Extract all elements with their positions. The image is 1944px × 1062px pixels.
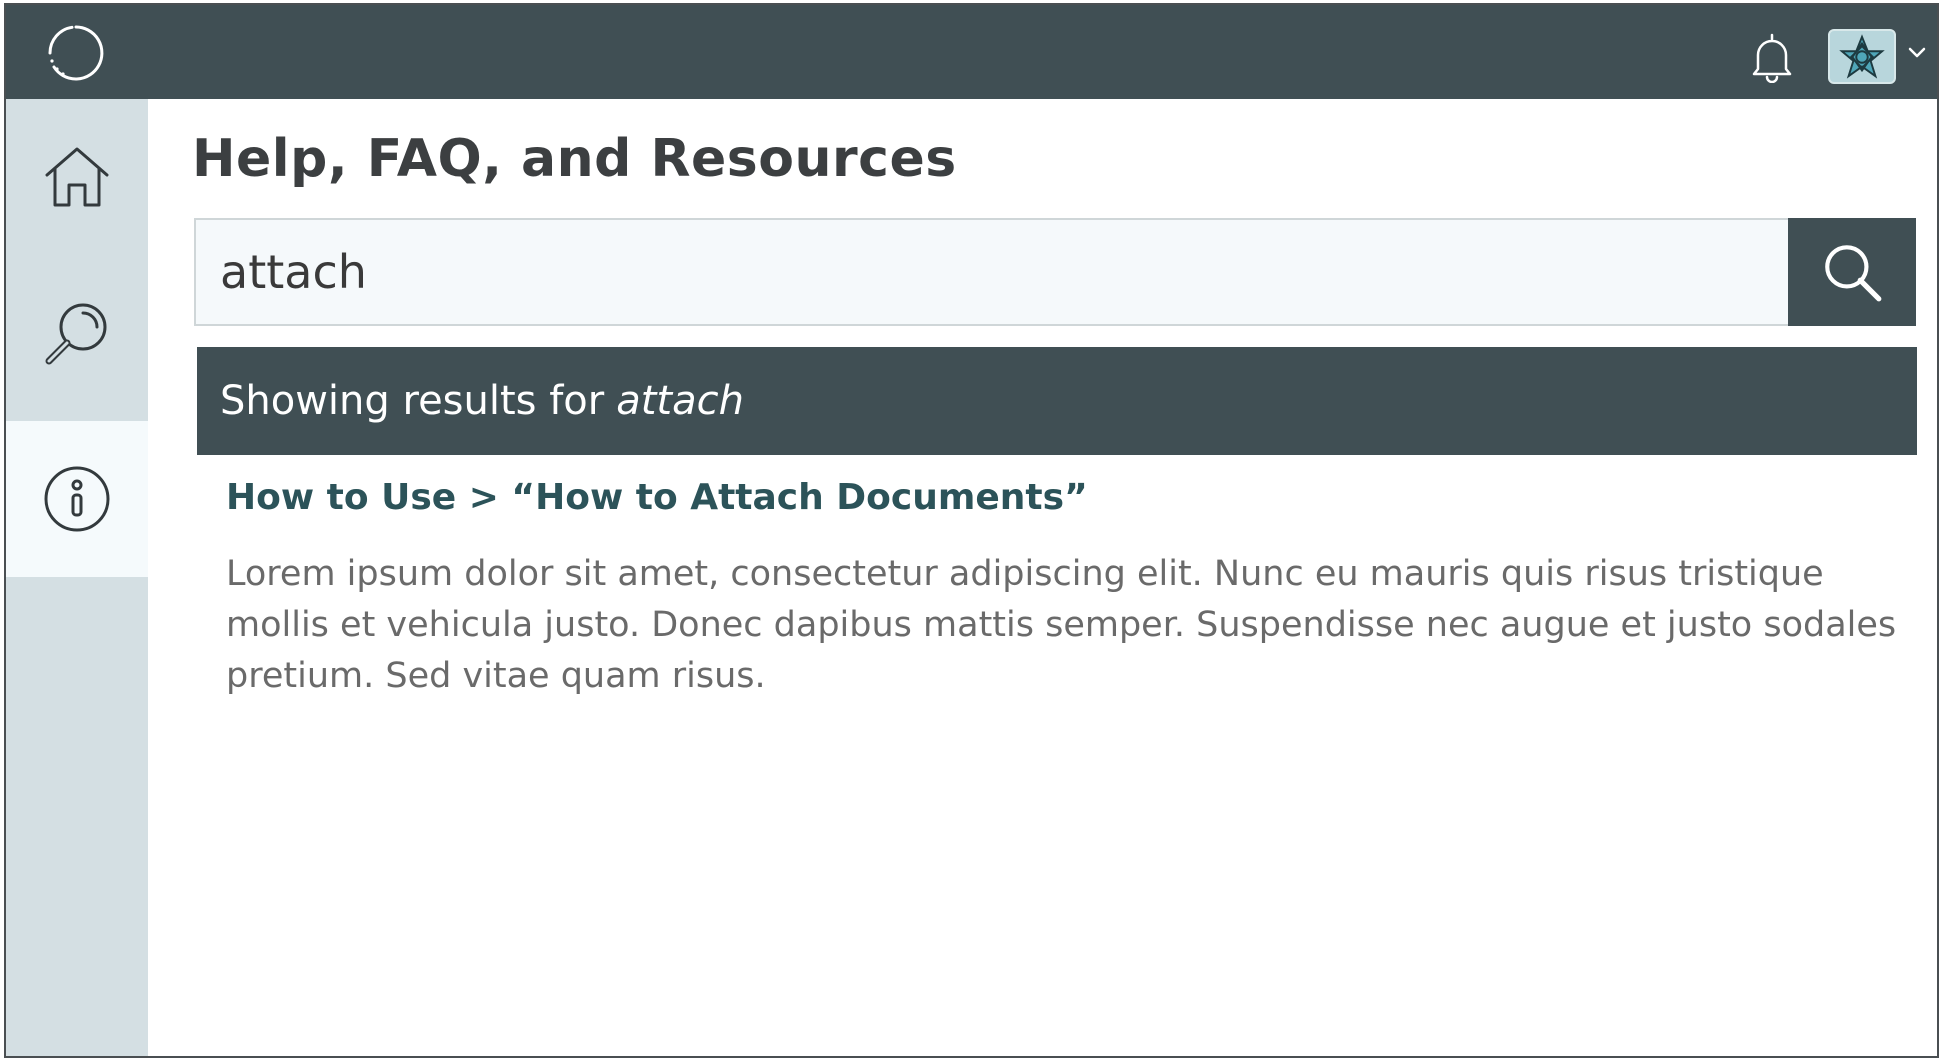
search-icon <box>1825 245 1882 302</box>
sidebar-item-search[interactable] <box>6 255 148 411</box>
search-input[interactable] <box>194 218 1788 326</box>
sidebar-item-info[interactable] <box>6 421 148 577</box>
sidebar-nav <box>6 99 148 1056</box>
results-banner-query: attach <box>616 378 744 424</box>
app-window: Help, FAQ, and Resources Showing results… <box>4 3 1939 1058</box>
main-content: Help, FAQ, and Resources Showing results… <box>148 99 1937 1056</box>
info-icon <box>44 466 110 532</box>
search-icon <box>45 303 107 365</box>
result-snippet: Lorem ipsum dolor sit amet, consectetur … <box>226 554 1897 696</box>
user-avatar[interactable] <box>1828 29 1896 84</box>
home-icon <box>45 147 109 207</box>
results-banner: Showing results for attach <box>197 347 1917 455</box>
result-link[interactable]: How to Use > “How to Attach Documents” <box>226 477 1088 518</box>
app-logo-icon[interactable] <box>46 23 106 83</box>
chevron-down-icon[interactable] <box>1907 45 1927 61</box>
search-button[interactable] <box>1788 218 1916 326</box>
bell-icon[interactable] <box>1748 31 1796 83</box>
geometric-star-avatar-icon <box>1839 33 1885 79</box>
page-title: Help, FAQ, and Resources <box>192 129 957 189</box>
results-banner-prefix: Showing results for <box>220 378 605 424</box>
top-navigation-bar <box>6 5 1937 99</box>
sidebar-item-home[interactable] <box>6 99 148 255</box>
